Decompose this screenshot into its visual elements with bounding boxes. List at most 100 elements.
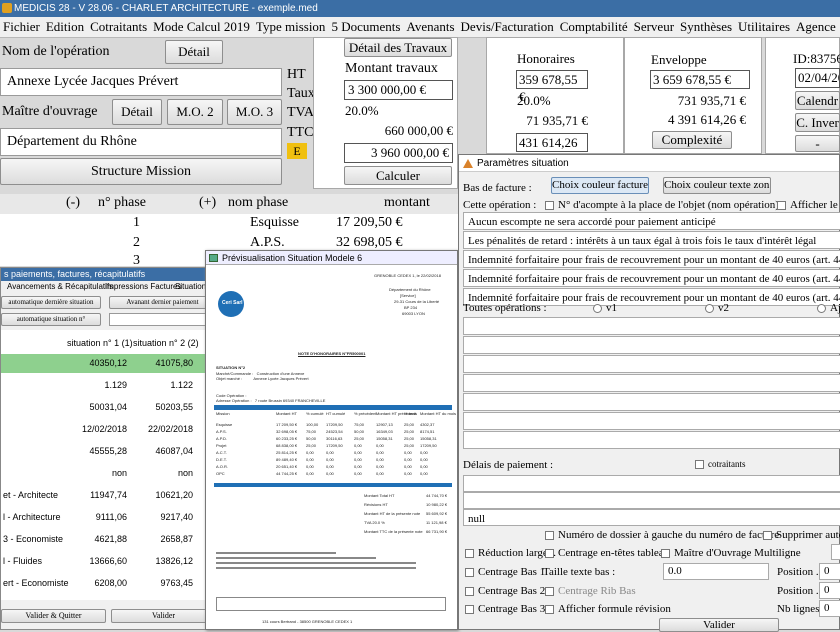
table-row[interactable]: ert - Economiste 6208,00 9763,45 <box>1 574 216 593</box>
centrage-entetes-checkbox[interactable]: Centrage en-têtes tableau <box>545 547 669 559</box>
toutes-line-2[interactable] <box>463 336 840 354</box>
centrage-bas2-checkbox[interactable]: Centrage Bas 2 <box>465 585 545 597</box>
position2-field[interactable]: 0 <box>819 582 840 599</box>
reduction-checkbox[interactable]: Réduction large... <box>465 547 556 559</box>
table-row[interactable]: 3 - Economiste 4621,88 2658,87 <box>1 530 216 549</box>
delais-field-1[interactable] <box>463 475 840 492</box>
taille-field[interactable]: 0.0 <box>663 563 769 580</box>
menu-item[interactable]: Fichier <box>0 17 43 37</box>
col-plus[interactable]: (+) <box>199 195 216 211</box>
supprimer-checkbox[interactable]: Supprimer auto <box>763 529 840 541</box>
menu-item[interactable]: Type mission <box>253 17 329 37</box>
centrage-bas3-checkbox[interactable]: Centrage Bas 3 <box>465 603 545 615</box>
mo2-button[interactable]: M.O. 2 <box>167 99 223 125</box>
complexite-button[interactable]: Complexité <box>652 131 732 149</box>
toutes-line-3[interactable] <box>463 355 840 373</box>
radio-v1[interactable]: v1 <box>593 302 617 314</box>
choix-couleur-facture-button[interactable]: Choix couleur facture <box>551 177 649 194</box>
toutes-line-1[interactable] <box>463 317 840 335</box>
bas-line-2[interactable]: Les pénalités de retard : intérêts à un … <box>463 231 840 249</box>
extra-field[interactable] <box>831 544 840 560</box>
radio-ajo[interactable]: Ajo <box>817 302 840 314</box>
montant-travaux-field[interactable]: 3 300 000,00 € <box>344 80 453 100</box>
centrage-rib-checkbox[interactable]: Centrage Rib Bas <box>545 585 636 597</box>
menu-item[interactable]: Edition <box>43 17 87 37</box>
checkbox-box[interactable] <box>661 548 670 558</box>
checkbox-box[interactable] <box>545 586 554 596</box>
e-badge[interactable]: E <box>287 143 307 159</box>
table-row[interactable]: l - Architecture 9111,06 9217,40 <box>1 508 216 527</box>
dash-button[interactable]: - <box>795 135 840 152</box>
date-field[interactable]: 02/04/20 <box>795 68 840 88</box>
detail-travaux-button[interactable]: Détail des Travaux <box>344 38 452 57</box>
checkbox-box[interactable] <box>465 548 474 558</box>
cotraitants-checkbox[interactable]: cotraitants <box>695 459 746 470</box>
formule-revision-checkbox[interactable]: Afficher formule révision <box>545 603 671 615</box>
table-row[interactable]: 1.129 1.122 <box>1 376 216 395</box>
checkbox-box[interactable] <box>545 200 554 210</box>
table-row[interactable]: l - Fluides 13666,60 13826,12 <box>1 552 216 571</box>
honoraires-ht-field[interactable]: 359 678,55 € <box>516 70 588 104</box>
radio-circle[interactable] <box>705 303 714 313</box>
table-row[interactable]: 12/02/2018 22/02/2018 <box>1 420 216 439</box>
operation-detail-button[interactable]: Détail <box>165 40 223 64</box>
honoraires-ttc-field[interactable]: 431 614,26 € <box>516 133 588 167</box>
nb-lignes-field[interactable]: 0 <box>819 600 840 617</box>
menu-item[interactable]: Cotraitants <box>87 17 150 37</box>
c-inverse-button[interactable]: C. Inver <box>795 113 840 132</box>
mo3-button[interactable]: M.O. 3 <box>227 99 282 125</box>
acompte-checkbox[interactable]: N° d'acompte à la place de l'objet (nom … <box>545 199 779 211</box>
radio-circle[interactable] <box>593 303 602 313</box>
table-row[interactable]: 50031,04 50203,55 <box>1 398 216 417</box>
menu-item[interactable]: Comptabilité <box>557 17 631 37</box>
valider-button[interactable]: Valider <box>111 609 216 623</box>
auto-derniere-situation-button[interactable]: automatique dernière situation <box>1 296 101 309</box>
checkbox-box[interactable] <box>465 604 474 614</box>
num-dossier-checkbox[interactable]: Numéro de dossier à gauche du numéro de … <box>545 529 779 541</box>
afficher-num-checkbox[interactable]: Afficher le num <box>777 199 840 211</box>
bas-line-1[interactable]: Aucun escompte ne sera accordé pour paie… <box>463 212 840 230</box>
radio-circle[interactable] <box>817 303 826 313</box>
toutes-line-4[interactable] <box>463 374 840 392</box>
menu-item[interactable]: Avenants <box>403 17 457 37</box>
menu-item[interactable]: Synthèses <box>677 17 735 37</box>
checkbox-box[interactable] <box>695 460 704 470</box>
menu-item[interactable]: Serveur <box>631 17 677 37</box>
checkbox-box[interactable] <box>545 604 554 614</box>
toutes-line-7[interactable] <box>463 431 840 449</box>
toutes-line-5[interactable] <box>463 393 840 411</box>
valider-quitter-button[interactable]: Valider & Quitter <box>1 609 106 623</box>
table-row[interactable]: 40350,12 41075,80 <box>1 354 216 373</box>
delais-field-2[interactable] <box>463 492 840 509</box>
structure-mission-button[interactable]: Structure Mission <box>0 158 282 185</box>
auto-situation-button[interactable]: automatique situation n° <box>1 313 101 326</box>
centrage-bas1-checkbox[interactable]: Centrage Bas 1 <box>465 566 545 578</box>
mo-detail-button[interactable]: Détail <box>112 99 162 125</box>
tab-avancements[interactable]: Avancements & Récapitulatifs <box>7 282 113 291</box>
enveloppe-ht-field[interactable]: 3 659 678,55 € <box>650 70 750 89</box>
calculer-button[interactable]: Calculer <box>344 166 452 185</box>
toutes-line-6[interactable] <box>463 412 840 430</box>
checkbox-box[interactable] <box>465 586 474 596</box>
position-field[interactable]: 0 <box>819 563 840 580</box>
operation-name-field[interactable]: Annexe Lycée Jacques Prévert <box>0 68 282 96</box>
null-field[interactable]: null <box>463 509 840 526</box>
col-minus[interactable]: (-) <box>66 195 80 211</box>
situation-num-input[interactable] <box>109 313 216 326</box>
menu-item[interactable]: 5 Documents <box>328 17 403 37</box>
checkbox-box[interactable] <box>777 200 786 210</box>
table-row[interactable]: et - Architecte 11947,74 10621,20 <box>1 486 216 505</box>
maitre-ouvrage-field[interactable]: Département du Rhône <box>0 128 282 156</box>
choix-couleur-texte-button[interactable]: Choix couleur texte zon... <box>663 177 771 194</box>
menu-item[interactable]: Utilitaires <box>735 17 793 37</box>
preview-page[interactable]: Ceri Sarl GRENOBLE CEDEX 1, le 22/02/201… <box>214 269 456 627</box>
tab-impressions[interactable]: Impressions Factures <box>105 282 181 291</box>
avant-dernier-paiement-button[interactable]: Avanant dernier paiement <box>109 296 216 309</box>
ttc-travaux-field[interactable]: 3 960 000,00 € <box>344 143 453 163</box>
mo-multiligne-checkbox[interactable]: Maître d'Ouvrage Multiligne <box>661 547 801 559</box>
table-row[interactable]: 1 Esquisse 17 209,50 € <box>0 214 458 234</box>
table-row[interactable]: non non <box>1 464 216 483</box>
menu-item[interactable]: Mode Calcul 2019 <box>150 17 253 37</box>
table-row[interactable]: 45555,28 46087,04 <box>1 442 216 461</box>
checkbox-box[interactable] <box>545 530 554 540</box>
